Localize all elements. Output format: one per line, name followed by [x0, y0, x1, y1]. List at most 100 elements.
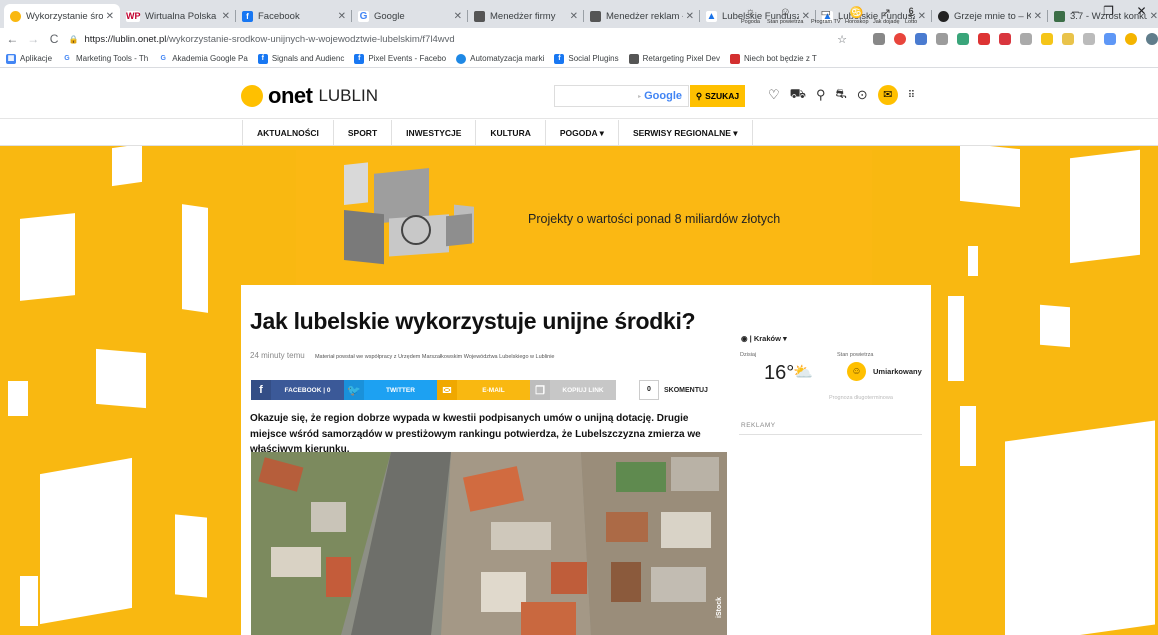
pocket-icon[interactable] [998, 33, 1011, 45]
bookmark-apps[interactable]: ▦ Aplikacje [6, 53, 52, 64]
close-tab-icon[interactable]: ✕ [1034, 11, 1042, 22]
nav-item-sport[interactable]: SPORT [334, 120, 393, 146]
service-program-tv[interactable]: ▭ Program TV [811, 6, 841, 25]
share-bar: f FACEBOOK | 0 🐦 TWITTER ✉ E-MAIL ❐ KOPI… [251, 380, 616, 400]
apps-grid-icon: ▦ [6, 53, 16, 64]
partly-cloudy-icon: ⛅ [793, 364, 813, 381]
close-tab-icon[interactable]: ✕ [338, 11, 346, 22]
minimize-button[interactable]: – [1059, 0, 1092, 24]
facebook-icon: f [257, 53, 268, 64]
extension-icon[interactable] [872, 33, 885, 45]
heart-icon[interactable]: ♡ [768, 87, 780, 103]
business-manager-favicon-icon [474, 10, 485, 22]
bookmark-star-icon[interactable]: ☆ [837, 33, 847, 46]
tab-title: Facebook [258, 10, 300, 22]
close-tab-icon[interactable]: ✕ [222, 11, 230, 22]
extension-icon[interactable] [893, 33, 906, 45]
forecast-link[interactable]: Prognoza długoterminowa [829, 395, 893, 401]
back-arrow-icon[interactable]: ← [4, 32, 21, 46]
air-quality-icon: ☺ [779, 6, 791, 18]
bookmark-item[interactable]: f Pixel Events - Facebo [354, 53, 446, 64]
facebook-icon: f [554, 53, 565, 64]
facebook-share-button[interactable]: f FACEBOOK | 0 [251, 380, 344, 400]
tab-title: Wirtualna Polska - [145, 10, 219, 22]
apps-grid-icon[interactable]: ⠿ [908, 90, 915, 101]
browser-tab-active[interactable]: Wykorzystanie środ ✕ [4, 4, 120, 28]
service-horoskop[interactable]: ♋ Horoskop [845, 6, 869, 25]
bookmark-item[interactable]: Automatyzacja marki [456, 53, 544, 64]
bookmark-item[interactable]: Niech bot będzie z T [730, 53, 817, 64]
bookmark-label: Retargeting Pixel Dev [642, 54, 720, 63]
bookmark-item[interactable]: G Akademia Google Pa [158, 53, 248, 64]
banner-headline[interactable]: Projekty o wartości ponad 8 miliardów zł… [528, 212, 780, 226]
bookmark-item[interactable]: f Social Plugins [554, 53, 619, 64]
profile-avatar[interactable] [1145, 33, 1158, 45]
location-selector[interactable]: ◉ | Kraków ▾ [741, 334, 787, 343]
close-tab-icon[interactable]: ✕ [454, 11, 462, 22]
extension-icon[interactable] [1124, 33, 1137, 45]
twitter-share-button[interactable]: 🐦 TWITTER [344, 380, 437, 400]
nav-item-serwisy-regionalne[interactable]: SERWISY REGIONALNE ▾ [619, 120, 753, 146]
browser-tab[interactable]: Menedżer reklam - ✕ [584, 4, 700, 28]
nav-item-kultura[interactable]: KULTURA [476, 120, 546, 146]
tv-icon: ▭ [820, 7, 831, 19]
email-share-button[interactable]: ✉ E-MAIL [437, 380, 530, 400]
browser-tab-strip: Wykorzystanie środ ✕ WP Wirtualna Polska… [0, 0, 1158, 28]
search-input[interactable]: ▸ Google [554, 85, 689, 107]
search-button[interactable]: ⚲ SZUKAJ [690, 85, 745, 107]
extension-icon[interactable] [914, 33, 927, 45]
play-icon[interactable]: ⊙ [857, 87, 868, 103]
extension-icon[interactable] [935, 33, 948, 45]
close-tab-icon[interactable]: ✕ [106, 11, 114, 22]
article-photo[interactable] [251, 452, 727, 635]
browser-tab[interactable]: WP Wirtualna Polska - ✕ [120, 4, 236, 28]
close-tab-icon[interactable]: ✕ [918, 11, 926, 22]
service-label: Program TV [811, 19, 841, 25]
browser-tab[interactable]: Menedżer firmy ✕ [468, 4, 584, 28]
location-pin-icon[interactable]: ⚲ [816, 87, 826, 103]
close-window-button[interactable]: ✕ [1125, 0, 1158, 24]
reload-icon[interactable]: C [46, 32, 63, 46]
browser-tab[interactable]: Grzeje mnie to – K ✕ [932, 4, 1048, 28]
browser-tab[interactable]: G Google ✕ [352, 4, 468, 28]
copy-link-button[interactable]: ❐ KOPIUJ LINK [530, 380, 616, 400]
location-pin-icon: ◉ [741, 334, 748, 343]
service-stan-powietrza[interactable]: ☺ Stan powietrza [767, 6, 803, 25]
extension-icon[interactable] [1040, 33, 1053, 45]
article-time: 24 minuty temu [250, 351, 305, 360]
nav-item-aktualnosci[interactable]: AKTUALNOŚCI [243, 120, 334, 146]
maximize-button[interactable]: ❐ [1092, 0, 1125, 24]
service-jak-dojade[interactable]: ↗ Jak dojadę [873, 6, 900, 25]
comments-button[interactable]: 0 SKOMENTUJ [639, 380, 708, 400]
bookmark-item[interactable]: Retargeting Pixel Dev [628, 53, 720, 64]
extension-icon[interactable] [956, 33, 969, 45]
onet-lublin-logo[interactable]: onet LUBLIN [241, 83, 378, 109]
browser-tab[interactable]: f Facebook ✕ [236, 4, 352, 28]
extension-icon[interactable] [1103, 33, 1116, 45]
service-pogoda[interactable]: ☼ Pogoda [741, 6, 760, 25]
extensions-bar [872, 33, 1158, 45]
background-shape [960, 146, 1020, 208]
cart-icon[interactable]: ⛟ [790, 86, 806, 104]
close-tab-icon[interactable]: ✕ [570, 11, 578, 22]
extension-icon[interactable] [1019, 33, 1032, 45]
background-shape [960, 406, 976, 466]
nav-item-inwestycje[interactable]: INWESTYCJE [392, 120, 477, 146]
wordpress-favicon-icon [938, 10, 949, 22]
extension-icon[interactable] [977, 33, 990, 45]
car-icon[interactable]: ⛐ [836, 86, 847, 104]
close-tab-icon[interactable]: ✕ [686, 11, 694, 22]
twitter-icon: 🐦 [344, 380, 364, 400]
forward-arrow-icon[interactable]: → [25, 32, 42, 46]
bookmark-item[interactable]: f Signals and Audienc [257, 53, 344, 64]
ads-divider [739, 434, 922, 435]
extension-icon[interactable] [1082, 33, 1095, 45]
nav-item-pogoda[interactable]: POGODA ▾ [546, 120, 619, 146]
mail-icon[interactable]: ✉ [877, 85, 898, 105]
address-bar[interactable]: 🔒 https://lublin.onet.pl/wykorzystanie-s… [69, 30, 853, 48]
lock-icon: 🔒 [68, 34, 79, 44]
bookmark-item[interactable]: G Marketing Tools - Th [62, 53, 148, 64]
extension-icon[interactable] [1061, 33, 1074, 45]
service-lotto[interactable]: 6 Lotto [905, 6, 917, 25]
twitter-share-label: TWITTER [386, 386, 415, 394]
